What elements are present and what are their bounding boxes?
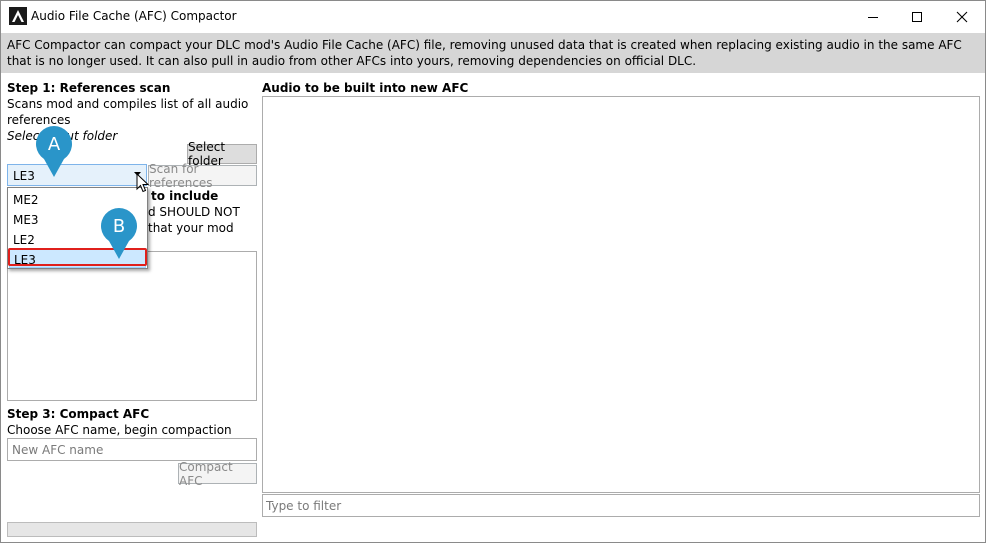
- annotation-marker-b-label: B: [113, 216, 125, 237]
- filter-placeholder: Type to filter: [266, 499, 342, 513]
- step1-description-line1: Scans mod and compiles list of all audio: [7, 97, 249, 111]
- scan-for-references-button[interactable]: Scan for references: [148, 162, 257, 190]
- dlc-references-list[interactable]: [7, 251, 257, 401]
- progress-bar: [7, 522, 257, 537]
- maximize-button[interactable]: [894, 1, 940, 32]
- annotation-marker-b-icon: B: [101, 208, 137, 259]
- afc-name-placeholder: New AFC name: [12, 443, 104, 457]
- info-banner-text: AFC Compactor can compact your DLC mod's…: [7, 38, 962, 68]
- filter-input[interactable]: Type to filter: [262, 494, 980, 517]
- close-button[interactable]: [939, 1, 985, 32]
- step2-heading-partial: to include: [151, 189, 219, 203]
- maximize-icon: [912, 11, 922, 22]
- minimize-icon: [868, 16, 878, 18]
- annotation-marker-a-label: A: [48, 134, 61, 155]
- step2-description-line2-partial: d SHOULD NOT: [148, 205, 240, 219]
- game-selector-value: LE3: [13, 169, 35, 183]
- annotation-marker-a-icon: A: [36, 126, 72, 177]
- compact-afc-button[interactable]: Compact AFC: [178, 460, 257, 488]
- info-banner: AFC Compactor can compact your DLC mod's…: [1, 33, 985, 73]
- audio-list-heading: Audio to be built into new AFC: [262, 81, 469, 95]
- game-selector-combobox[interactable]: LE3: [7, 164, 147, 186]
- step2-description-line3-partial: that your mod: [148, 221, 234, 235]
- audio-build-list[interactable]: [262, 96, 980, 493]
- minimize-button[interactable]: [850, 1, 896, 32]
- title-bar: Audio File Cache (AFC) Compactor: [1, 1, 985, 32]
- afc-name-input[interactable]: New AFC name: [7, 438, 257, 461]
- step3-heading: Step 3: Compact AFC: [7, 407, 150, 421]
- app-window: Audio File Cache (AFC) Compactor AFC Com…: [0, 0, 986, 543]
- mouse-cursor-icon: [136, 173, 150, 193]
- close-icon: [956, 11, 968, 22]
- step1-heading: Step 1: References scan: [7, 81, 171, 95]
- app-logo-icon: [9, 7, 27, 25]
- step3-description: Choose AFC name, begin compaction: [7, 423, 232, 437]
- window-title: Audio File Cache (AFC) Compactor: [31, 9, 237, 23]
